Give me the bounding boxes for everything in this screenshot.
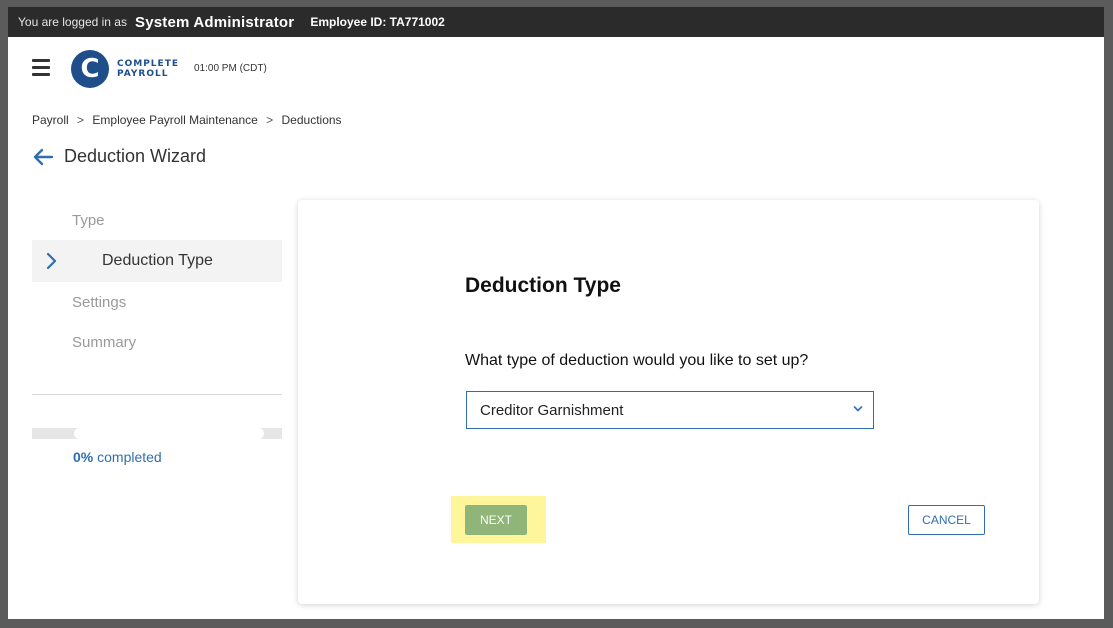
breadcrumb-deductions: Deductions xyxy=(281,113,342,127)
breadcrumb-employee-payroll-maintenance[interactable]: Employee Payroll Maintenance xyxy=(92,113,257,127)
step-label: Summary xyxy=(72,333,137,351)
breadcrumb-separator: > xyxy=(77,113,85,127)
progress-label: 0% completed xyxy=(73,449,162,465)
logged-in-text: You are logged in as xyxy=(18,15,127,29)
user-name: System Administrator xyxy=(134,13,295,31)
logo-line-1: COMPLETE xyxy=(117,59,179,69)
step-deduction-type[interactable]: Deduction Type xyxy=(32,240,282,282)
app-header: C COMPLETE PAYROLL 01:00 PM (CDT) xyxy=(8,37,1104,99)
step-type[interactable]: Type xyxy=(32,200,282,240)
back-arrow-icon[interactable] xyxy=(32,147,54,167)
step-summary[interactable]: Summary xyxy=(32,322,282,362)
deduction-type-select[interactable]: Creditor Garnishment xyxy=(466,391,874,429)
step-label: Deduction Type xyxy=(102,252,213,269)
cancel-button[interactable]: CANCEL xyxy=(908,505,985,535)
breadcrumb: Payroll > Employee Payroll Maintenance >… xyxy=(32,113,342,127)
chevron-down-icon xyxy=(853,406,863,412)
employee-id: Employee ID: TA771002 xyxy=(310,15,445,29)
step-label: Settings xyxy=(72,293,127,311)
wizard-card: Deduction Type What type of deduction wo… xyxy=(298,200,1039,604)
logo-line-2: PAYROLL xyxy=(117,69,169,79)
logo-icon[interactable]: C xyxy=(71,50,109,88)
progress-percent: 0% xyxy=(73,449,94,465)
page-title: Deduction Wizard xyxy=(64,146,207,166)
logo-text: COMPLETE PAYROLL xyxy=(117,59,179,79)
wizard-steps: Type Deduction Type Settings Summary xyxy=(32,200,282,362)
progress-bar xyxy=(32,428,282,439)
session-bar: You are logged in as System Administrato… xyxy=(8,7,1104,37)
progress-track-inner xyxy=(74,428,264,439)
steps-divider xyxy=(32,394,282,395)
breadcrumb-payroll[interactable]: Payroll xyxy=(32,113,69,127)
menu-icon[interactable] xyxy=(32,59,50,77)
deduction-question: What type of deduction would you like to… xyxy=(465,352,809,369)
clock-time: 01:00 PM (CDT) xyxy=(194,63,267,74)
progress-suffix: completed xyxy=(97,449,162,465)
card-title: Deduction Type xyxy=(465,274,621,297)
chevron-right-icon xyxy=(46,252,57,270)
select-value: Creditor Garnishment xyxy=(480,401,624,419)
breadcrumb-separator: > xyxy=(266,113,274,127)
step-label: Type xyxy=(72,211,105,229)
app-frame: You are logged in as System Administrato… xyxy=(8,7,1104,619)
page-title-row: Deduction Wizard xyxy=(32,146,206,167)
step-settings[interactable]: Settings xyxy=(32,282,282,322)
next-button[interactable]: NEXT xyxy=(465,505,527,535)
